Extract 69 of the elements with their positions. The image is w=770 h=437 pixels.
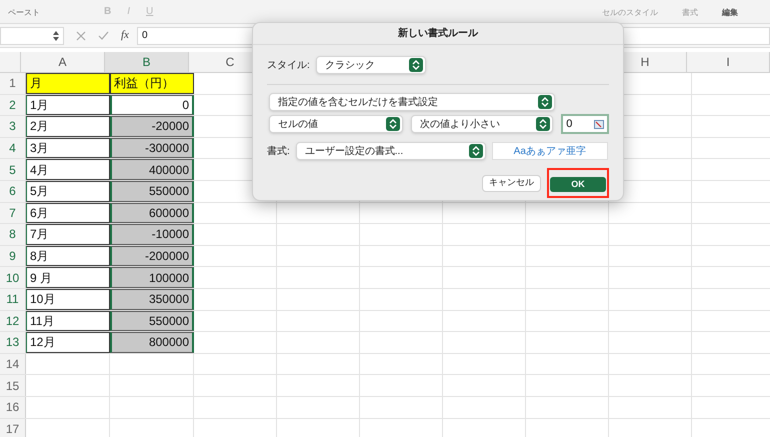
table-cell: 550000: [110, 310, 194, 332]
name-box[interactable]: [0, 26, 64, 44]
stepper-icon: [468, 144, 483, 158]
stepper-icon: [408, 58, 423, 72]
table-cell: -300000: [110, 138, 194, 158]
dialog-title: 新しい書式ルール: [253, 23, 623, 45]
column-header[interactable]: B: [105, 52, 189, 72]
row-header[interactable]: 15: [0, 375, 26, 396]
style-select[interactable]: クラシック: [316, 56, 426, 74]
table-cell: 800000: [110, 332, 194, 353]
table-cell: 利益（円）: [110, 73, 194, 94]
stepper-icon: [386, 117, 400, 131]
row-header[interactable]: 10: [0, 267, 26, 288]
row-header[interactable]: 9: [0, 246, 26, 266]
table-cell: 5月: [26, 180, 110, 202]
rule-type-select[interactable]: 指定の値を含むセルだけを書式設定: [269, 93, 555, 111]
table-cell: -200000: [110, 246, 194, 266]
row-header[interactable]: 17: [0, 418, 26, 437]
table-cell: 6月: [26, 202, 110, 224]
table-cell: 400000: [110, 159, 194, 180]
table-cell: 10月: [26, 288, 110, 310]
stepper-icon: [53, 30, 59, 40]
table-cell: -10000: [110, 224, 194, 245]
table-cell: 3月: [26, 138, 110, 158]
table-cell: 12月: [26, 332, 110, 353]
table-cell: 2月: [26, 116, 110, 137]
row-header[interactable]: 3: [0, 116, 26, 137]
stepper-icon: [538, 95, 552, 109]
table-cell: 11月: [26, 310, 110, 332]
table-cell: 100000: [110, 267, 194, 288]
table-cell: -20000: [110, 116, 194, 137]
check-icon[interactable]: [98, 30, 109, 40]
row-header[interactable]: 16: [0, 396, 26, 418]
value-field[interactable]: 0: [561, 114, 609, 134]
format-label: 書式:: [267, 144, 290, 158]
table-cell: 550000: [110, 180, 194, 202]
format-preview: Aaあぁアァ亜字: [492, 142, 608, 160]
row-header[interactable]: 7: [0, 202, 26, 224]
row-header[interactable]: 8: [0, 224, 26, 245]
row-header[interactable]: 2: [0, 94, 26, 116]
condition-operator-select[interactable]: 次の値より小さい: [411, 115, 554, 133]
table-cell: 350000: [110, 288, 194, 310]
function-button[interactable]: fx: [121, 27, 129, 44]
table-cell: 600000: [110, 202, 194, 224]
condition-subject-select[interactable]: セルの値: [269, 115, 404, 133]
row-header[interactable]: 14: [0, 354, 26, 374]
table-cell: 9 月: [26, 267, 110, 288]
format-select[interactable]: ユーザー設定の書式...: [296, 142, 486, 160]
table-cell: 7月: [26, 224, 110, 245]
edit-button[interactable]: 編集: [722, 7, 738, 19]
close-icon[interactable]: [76, 30, 86, 40]
table-cell: 8月: [26, 246, 110, 266]
row-header[interactable]: 5: [0, 159, 26, 180]
row-header[interactable]: 13: [0, 332, 26, 353]
row-header[interactable]: 12: [0, 310, 26, 332]
table-cell: 月: [26, 73, 110, 94]
row-header[interactable]: 4: [0, 138, 26, 158]
row-header[interactable]: 11: [0, 288, 26, 310]
column-header[interactable]: I: [687, 52, 770, 72]
row-header[interactable]: 1: [0, 73, 26, 94]
row-header[interactable]: 6: [0, 180, 26, 202]
table-cell: 4月: [26, 159, 110, 180]
stepper-icon: [536, 117, 550, 131]
paste-button[interactable]: ペースト: [8, 7, 40, 19]
range-picker-icon[interactable]: [594, 120, 604, 128]
table-cell: 1月: [26, 94, 110, 116]
ok-button[interactable]: OK: [550, 177, 606, 192]
cancel-button[interactable]: キャンセル: [482, 174, 541, 192]
table-cell: 0: [110, 94, 194, 116]
